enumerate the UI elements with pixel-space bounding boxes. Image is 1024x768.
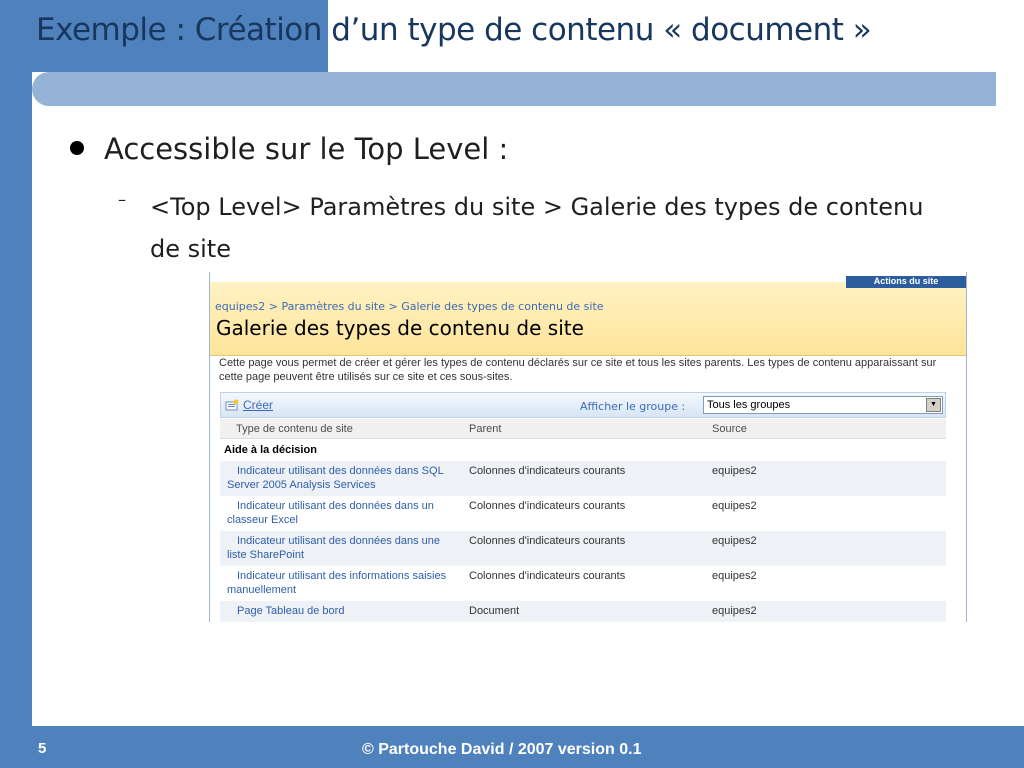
table-row: Indicateur utilisant des données dans un… [220, 496, 946, 531]
source-cell: equipes2 [712, 570, 757, 582]
group-select[interactable]: Tous les groupes ▼ [703, 396, 943, 414]
parent-cell: Colonnes d'indicateurs courants [469, 570, 626, 582]
dropdown-arrow-icon[interactable]: ▼ [926, 398, 941, 412]
parent-cell: Document [469, 605, 520, 617]
embedded-screenshot: Actions du site equipes2 > Paramètres du… [209, 272, 967, 622]
content-type-link[interactable]: Indicateur utilisant des informations sa… [227, 569, 462, 597]
bullet-dash: – [118, 190, 126, 209]
group-select-value: Tous les groupes [707, 399, 791, 411]
page-heading: Galerie des types de contenu de site [216, 316, 584, 340]
content-types-table: Type de contenu de site Parent Source Ai… [220, 419, 946, 622]
slide-title: Exemple : Création d’un type de contenu … [36, 12, 872, 48]
bullet-level-2-text: <Top Level> Paramètres du site > Galerie… [150, 193, 924, 263]
slide-header-band [32, 72, 996, 106]
breadcrumb[interactable]: equipes2 > Paramètres du site > Galerie … [215, 300, 604, 313]
new-item-icon[interactable] [225, 399, 239, 411]
table-row: Indicateur utilisant des données dans un… [220, 531, 946, 566]
column-header-parent[interactable]: Parent [469, 423, 699, 435]
create-link[interactable]: Créer [243, 398, 273, 412]
table-row: Indicateur utilisant des données dans SQ… [220, 461, 946, 496]
content-type-link[interactable]: Indicateur utilisant des données dans un… [227, 534, 462, 562]
bullet-level-1: Accessible sur le Top Level : [70, 132, 508, 166]
source-cell: equipes2 [712, 465, 757, 477]
screenshot-header: Actions du site equipes2 > Paramètres du… [210, 276, 966, 356]
parent-cell: Colonnes d'indicateurs courants [469, 465, 626, 477]
table-row: Indicateur utilisant des informations sa… [220, 566, 946, 601]
footer-copyright: © Partouche David / 2007 version 0.1 [362, 741, 642, 758]
table-header: Type de contenu de site Parent Source [220, 419, 946, 439]
site-actions-tab[interactable]: Actions du site [846, 276, 966, 288]
bullet-level-1-text: Accessible sur le Top Level : [104, 132, 509, 166]
parent-cell: Colonnes d'indicateurs courants [469, 535, 626, 547]
source-cell: equipes2 [712, 605, 757, 617]
column-header-source[interactable]: Source [712, 423, 912, 435]
parent-cell: Colonnes d'indicateurs courants [469, 500, 626, 512]
table-group-header: Aide à la décision [220, 439, 946, 461]
content-type-link[interactable]: Page Tableau de bord [227, 604, 462, 618]
page-number: 5 [38, 740, 47, 757]
page-description: Cette page vous permet de créer et gérer… [219, 357, 937, 383]
slide-left-bar [0, 0, 32, 768]
content-type-link[interactable]: Indicateur utilisant des données dans SQ… [227, 464, 462, 492]
show-group-label: Afficher le groupe : [580, 400, 686, 413]
column-header-type[interactable]: Type de contenu de site [236, 423, 456, 435]
bullet-dot-icon [70, 141, 84, 155]
source-cell: equipes2 [712, 500, 757, 512]
list-toolbar: Créer Afficher le groupe : Tous les grou… [220, 392, 946, 418]
source-cell: equipes2 [712, 535, 757, 547]
content-type-link[interactable]: Indicateur utilisant des données dans un… [227, 499, 462, 527]
group-name: Aide à la décision [224, 444, 317, 456]
table-row: Page Tableau de bord Document equipes2 [220, 601, 946, 622]
